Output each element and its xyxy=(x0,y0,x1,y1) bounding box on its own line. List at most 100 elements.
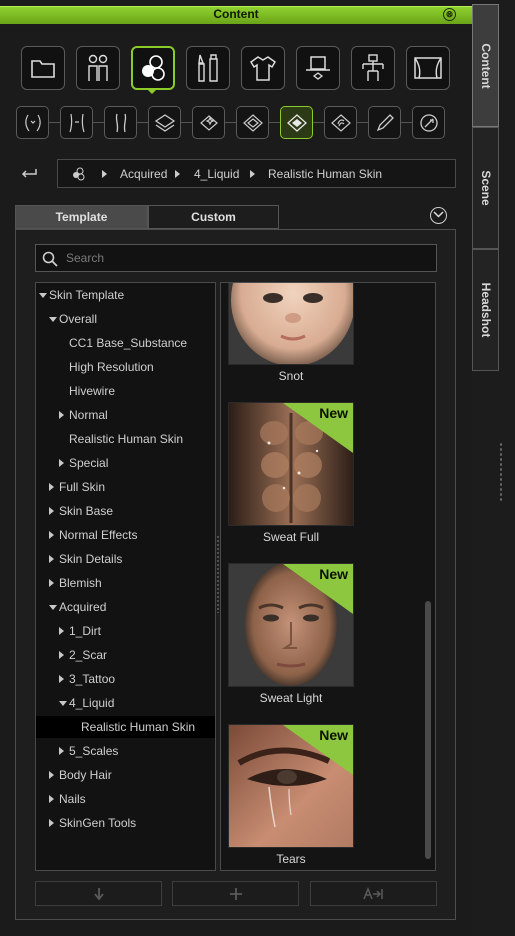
tree-item[interactable]: SkinGen Tools xyxy=(36,812,215,834)
expand-arrow-right-icon[interactable] xyxy=(49,819,54,827)
subcategory-diamond-button[interactable] xyxy=(236,106,269,139)
category-makeup-button[interactable] xyxy=(186,46,230,90)
side-tab-content[interactable]: Content xyxy=(472,4,499,127)
tree-item[interactable]: Normal Effects xyxy=(36,524,215,546)
tree-item-label: Blemish xyxy=(59,576,102,590)
breadcrumb-item[interactable]: Acquired xyxy=(120,167,167,181)
expand-arrow-down-icon[interactable] xyxy=(39,293,47,298)
tree-item[interactable]: Normal xyxy=(36,404,215,426)
tree-item[interactable]: Nails xyxy=(36,788,215,810)
breadcrumb-item[interactable]: Realistic Human Skin xyxy=(268,167,382,181)
subcategory-layers-button[interactable] xyxy=(148,106,181,139)
add-icon xyxy=(229,887,242,900)
tree-item[interactable]: Hivewire xyxy=(36,380,215,402)
expand-arrow-right-icon[interactable] xyxy=(59,411,64,419)
tree-item[interactable]: Full Skin xyxy=(36,476,215,498)
item-thumbnail[interactable] xyxy=(228,283,354,365)
category-pose-button[interactable] xyxy=(351,46,395,90)
close-icon[interactable]: ⊗ xyxy=(443,8,456,21)
tree-item[interactable]: Body Hair xyxy=(36,764,215,786)
breadcrumb-separator xyxy=(250,170,255,178)
tree-item[interactable]: Realistic Human Skin xyxy=(36,716,215,738)
tree-item-label: Nails xyxy=(59,792,86,806)
characters-icon xyxy=(88,54,108,81)
expand-arrow-right-icon[interactable] xyxy=(49,531,54,539)
expand-arrow-right-icon[interactable] xyxy=(59,459,64,467)
panel-resize-grip[interactable] xyxy=(499,442,503,502)
expand-arrow-right-icon[interactable] xyxy=(49,507,54,515)
expand-arrow-right-icon[interactable] xyxy=(49,579,54,587)
tree-item[interactable]: Blemish xyxy=(36,572,215,594)
search-input[interactable] xyxy=(66,249,426,267)
subcategory-pen-button[interactable] xyxy=(368,106,401,139)
search-box[interactable] xyxy=(35,244,437,272)
expand-arrow-down-icon[interactable] xyxy=(49,605,57,610)
item-label: Snot xyxy=(278,369,304,383)
apply-to-button[interactable] xyxy=(310,881,437,906)
download-button[interactable] xyxy=(35,881,162,906)
layer-stack-icon xyxy=(154,113,175,132)
tree-item[interactable]: Acquired xyxy=(36,596,215,618)
item-gallery[interactable]: Snot New Sweat Full New Sweat Light New … xyxy=(220,282,436,871)
category-skin-button[interactable] xyxy=(131,46,175,90)
collapse-toggle-button[interactable] xyxy=(430,207,447,224)
expand-arrow-right-icon[interactable] xyxy=(59,627,64,635)
body-shape-icon xyxy=(115,113,126,132)
subcategory-sparkle-button[interactable] xyxy=(192,106,225,139)
add-button[interactable] xyxy=(172,881,299,906)
tree-item-label: Skin Base xyxy=(59,504,114,518)
expand-arrow-down-icon[interactable] xyxy=(49,317,57,322)
tree-item-label: High Resolution xyxy=(69,360,154,374)
category-characters-button[interactable] xyxy=(76,46,120,90)
tree-item[interactable]: 5_Scales xyxy=(36,740,215,762)
tree-item[interactable]: Special xyxy=(36,452,215,474)
item-thumbnail[interactable]: New xyxy=(228,402,354,526)
tree-item[interactable]: Realistic Human Skin xyxy=(36,428,215,450)
makeup-brush-icon xyxy=(198,54,218,82)
tree-item[interactable]: Skin Details xyxy=(36,548,215,570)
expand-arrow-right-icon[interactable] xyxy=(59,651,64,659)
expand-arrow-right-icon[interactable] xyxy=(49,483,54,491)
subcategory-shape-button[interactable] xyxy=(104,106,137,139)
subcategory-body-button[interactable] xyxy=(60,106,93,139)
expand-arrow-down-icon[interactable] xyxy=(59,701,67,706)
category-folder-button[interactable] xyxy=(21,46,65,90)
tree-item[interactable]: CC1 Base_Substance xyxy=(36,332,215,354)
back-arrow-icon xyxy=(21,169,37,178)
tree-item[interactable]: High Resolution xyxy=(36,356,215,378)
tree-item[interactable]: 1_Dirt xyxy=(36,620,215,642)
back-button[interactable] xyxy=(18,165,44,183)
expand-arrow-right-icon[interactable] xyxy=(59,747,64,755)
item-thumbnail[interactable]: New xyxy=(228,724,354,848)
expand-arrow-right-icon[interactable] xyxy=(49,555,54,563)
tree-item[interactable]: Skin Template xyxy=(36,284,215,306)
tree-item[interactable]: Skin Base xyxy=(36,500,215,522)
category-accessory-button[interactable] xyxy=(296,46,340,90)
expand-arrow-right-icon[interactable] xyxy=(49,771,54,779)
side-tab-scene[interactable]: Scene xyxy=(472,127,499,249)
subcategory-face-button[interactable] xyxy=(16,106,49,139)
tab-template[interactable]: Template xyxy=(15,205,148,229)
tree-item[interactable]: 3_Tattoo xyxy=(36,668,215,690)
item-thumbnail[interactable]: New xyxy=(228,563,354,687)
subcategory-skin-layer-button[interactable] xyxy=(280,106,313,139)
tree-item[interactable]: Overall xyxy=(36,308,215,330)
tree-item[interactable]: 2_Scar xyxy=(36,644,215,666)
tree-item[interactable]: 4_Liquid xyxy=(36,692,215,714)
breadcrumb-separator xyxy=(102,170,107,178)
subcategory-globe-button[interactable] xyxy=(412,106,445,139)
skin-material-icon xyxy=(142,55,165,81)
side-tab-label: Headshot xyxy=(478,282,493,338)
active-category-pointer xyxy=(146,88,158,94)
side-tab-headshot[interactable]: Headshot xyxy=(472,249,499,371)
category-clothing-button[interactable] xyxy=(241,46,285,90)
expand-arrow-right-icon[interactable] xyxy=(59,675,64,683)
side-tab-bar: Content Scene Headshot xyxy=(472,0,515,936)
gallery-scrollbar[interactable] xyxy=(425,601,431,859)
category-stage-button[interactable] xyxy=(406,46,450,90)
expand-arrow-right-icon[interactable] xyxy=(49,795,54,803)
tab-custom[interactable]: Custom xyxy=(148,205,279,229)
subcategory-hair-button[interactable] xyxy=(324,106,357,139)
breadcrumb-item[interactable]: 4_Liquid xyxy=(194,167,239,181)
category-tree[interactable]: Skin Template Overall CC1 Base_Substance Hi… xyxy=(35,282,216,871)
